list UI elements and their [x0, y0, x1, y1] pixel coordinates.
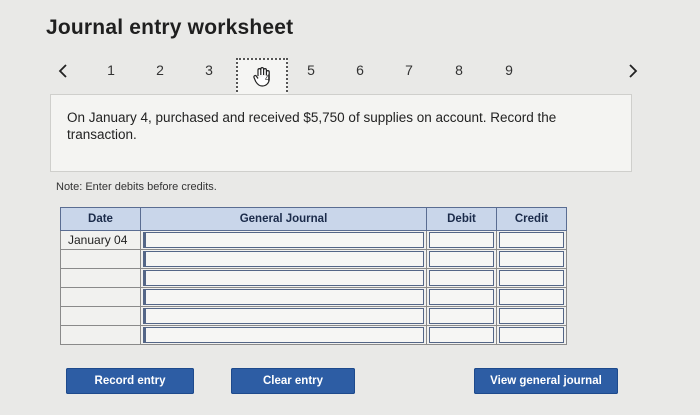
page-1[interactable]: 1 [99, 62, 123, 78]
page-title: Journal entry worksheet [46, 16, 294, 39]
question-text: On January 4, purchased and received $5,… [50, 94, 632, 172]
account-field[interactable] [143, 251, 424, 267]
debit-field[interactable] [429, 327, 494, 343]
table-row [60, 249, 567, 269]
chevron-right-icon [629, 64, 638, 78]
account-input[interactable] [140, 268, 427, 288]
debit-input[interactable] [426, 268, 497, 288]
table-header-row: Date General Journal Debit Credit [60, 207, 567, 231]
debit-input[interactable] [426, 306, 497, 326]
cursor-hand-icon [253, 67, 270, 87]
debit-input[interactable] [426, 325, 497, 345]
header-general-journal: General Journal [140, 207, 427, 231]
account-field[interactable] [143, 289, 424, 305]
table-row [60, 325, 567, 345]
header-date: Date [60, 207, 141, 231]
debit-field[interactable] [429, 308, 494, 324]
credit-field[interactable] [499, 327, 564, 343]
credit-field[interactable] [499, 270, 564, 286]
page-5[interactable]: 5 [299, 62, 323, 78]
header-credit: Credit [496, 207, 567, 231]
page-9[interactable]: 9 [497, 62, 521, 78]
credit-input[interactable] [496, 268, 567, 288]
debit-input[interactable] [426, 249, 497, 269]
page-3[interactable]: 3 [197, 62, 221, 78]
account-input[interactable] [140, 306, 427, 326]
table-row [60, 287, 567, 307]
debit-field[interactable] [429, 289, 494, 305]
prev-button[interactable] [50, 58, 76, 84]
page-2[interactable]: 2 [148, 62, 172, 78]
debit-input[interactable] [426, 287, 497, 307]
header-debit: Debit [426, 207, 497, 231]
account-input[interactable] [140, 230, 427, 250]
date-cell [60, 287, 141, 307]
account-input[interactable] [140, 249, 427, 269]
credit-input[interactable] [496, 325, 567, 345]
date-cell [60, 325, 141, 345]
date-cell [60, 249, 141, 269]
note-text: Note: Enter debits before credits. [56, 181, 217, 193]
journal-table: Date General Journal Debit Credit Januar… [60, 207, 567, 345]
credit-input[interactable] [496, 249, 567, 269]
credit-field[interactable] [499, 232, 564, 248]
page-4-current[interactable]: 4 [236, 58, 288, 96]
credit-field[interactable] [499, 289, 564, 305]
table-row [60, 268, 567, 288]
page-6[interactable]: 6 [348, 62, 372, 78]
credit-input[interactable] [496, 230, 567, 250]
question-pager: 1 2 3 4 5 6 7 8 9 [0, 58, 700, 96]
account-field[interactable] [143, 232, 424, 248]
page-8[interactable]: 8 [447, 62, 471, 78]
credit-input[interactable] [496, 287, 567, 307]
date-cell [60, 306, 141, 326]
credit-field[interactable] [499, 251, 564, 267]
record-entry-button[interactable]: Record entry [66, 368, 194, 394]
account-field[interactable] [143, 270, 424, 286]
clear-entry-button[interactable]: Clear entry [231, 368, 355, 394]
journal-worksheet: Journal entry worksheet 1 2 3 4 5 6 7 8 … [0, 0, 700, 415]
table-row: January 04 [60, 230, 567, 250]
table-row [60, 306, 567, 326]
debit-field[interactable] [429, 270, 494, 286]
current-page-number: 4 [265, 73, 271, 83]
debit-field[interactable] [429, 232, 494, 248]
credit-input[interactable] [496, 306, 567, 326]
credit-field[interactable] [499, 308, 564, 324]
date-cell: January 04 [60, 230, 141, 250]
page-7[interactable]: 7 [397, 62, 421, 78]
date-cell [60, 268, 141, 288]
debit-field[interactable] [429, 251, 494, 267]
account-input[interactable] [140, 287, 427, 307]
debit-input[interactable] [426, 230, 497, 250]
next-button[interactable] [620, 58, 646, 84]
account-field[interactable] [143, 308, 424, 324]
view-general-journal-button[interactable]: View general journal [474, 368, 618, 394]
account-input[interactable] [140, 325, 427, 345]
chevron-left-icon [58, 64, 67, 78]
account-field[interactable] [143, 327, 424, 343]
